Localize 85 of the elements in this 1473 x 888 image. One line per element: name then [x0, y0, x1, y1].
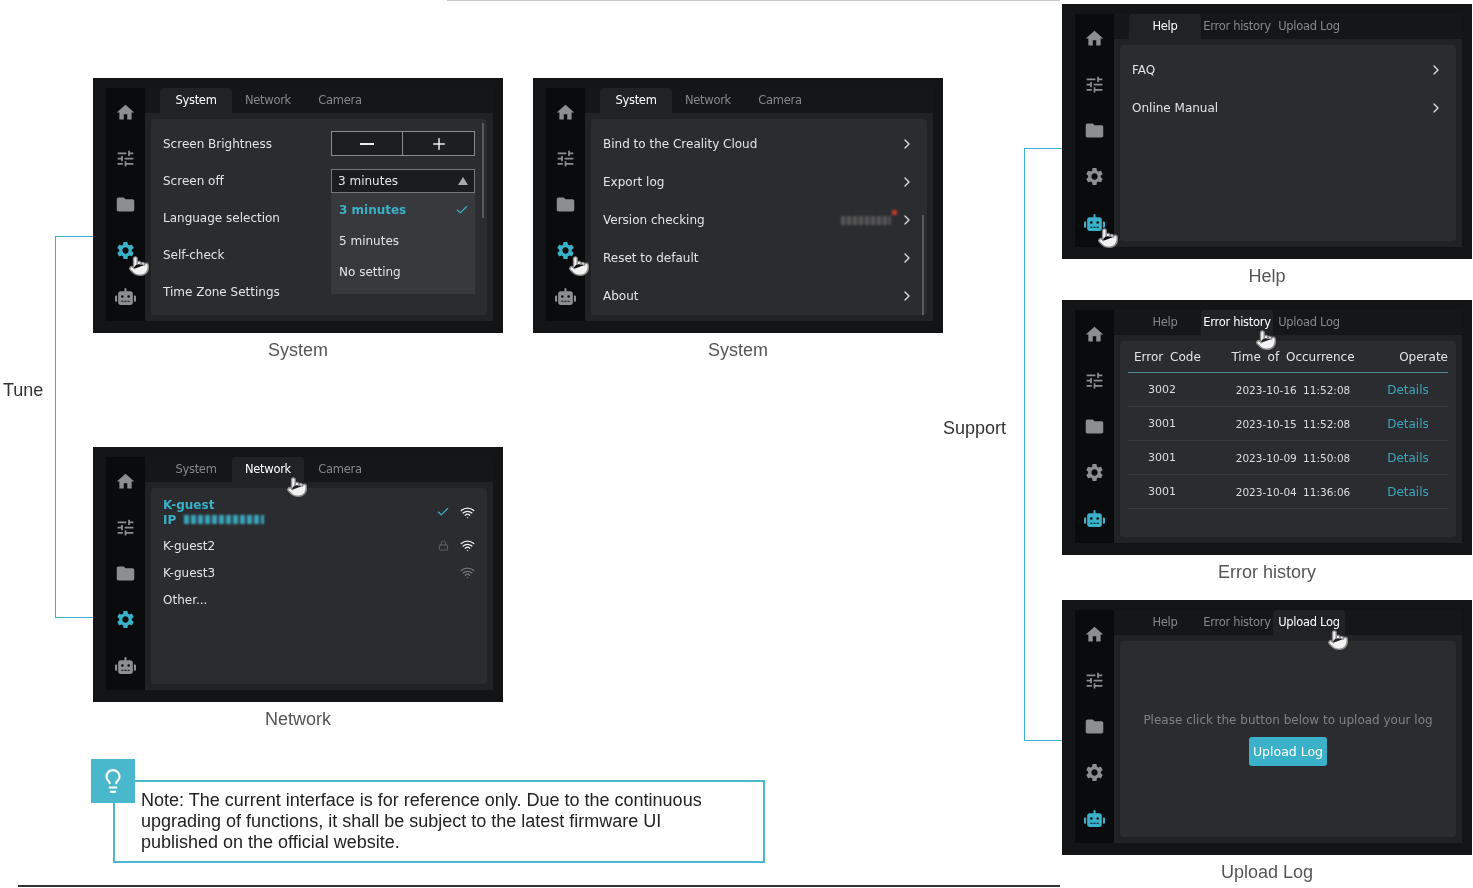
upload-message: Please click the button below to upload your log: [1143, 712, 1433, 727]
details-link[interactable]: Details: [1368, 450, 1448, 465]
screen-caption: Help: [1248, 265, 1286, 288]
menu-item[interactable]: Online Manual: [1120, 89, 1456, 127]
tab[interactable]: Upload Log: [1273, 310, 1345, 335]
screen-caption: Upload Log: [1220, 861, 1314, 884]
tab[interactable]: Help: [1129, 14, 1201, 39]
increase-button[interactable]: [403, 131, 475, 156]
tab[interactable]: Camera: [304, 457, 376, 482]
table-cell-text: 2023-10-15 11:52:08: [1234, 417, 1352, 430]
tab[interactable]: Error history: [1201, 14, 1273, 39]
details-link[interactable]: Details: [1368, 416, 1448, 431]
tab[interactable]: Camera: [744, 88, 816, 113]
table-cell-text: 2023-10-09 11:50:08: [1234, 451, 1352, 464]
robot-icon[interactable]: [115, 654, 136, 676]
note-text: Note: The current interface is for reference only. Due to the continuous upgrading of functions, it shall be subject to the latest firmware UI published on the official website.: [113, 780, 765, 863]
dropdown-option[interactable]: No setting: [331, 256, 475, 288]
robot-icon[interactable]: [1084, 807, 1105, 829]
network-name: K-guest3: [163, 565, 216, 580]
menu-label: Export log: [603, 175, 665, 189]
tab[interactable]: Help: [1129, 310, 1201, 335]
network-name: K-guest2: [163, 538, 216, 553]
settings-icon[interactable]: [1084, 461, 1105, 483]
screen-caption: Error history: [1218, 561, 1316, 584]
decrease-button[interactable]: [331, 131, 403, 156]
table-cell-text: 3001: [1147, 417, 1177, 430]
menu-label: Version checking: [603, 213, 705, 227]
screen-caption: System: [268, 339, 328, 362]
robot-icon[interactable]: [555, 285, 576, 307]
tab[interactable]: Network: [232, 88, 304, 113]
table-cell-text: 2023-10-04 11:36:06: [1234, 485, 1352, 498]
settings-icon[interactable]: [115, 608, 136, 630]
setting-label: Self-check: [163, 247, 225, 262]
screen-caption: Network: [265, 708, 331, 731]
robot-icon[interactable]: [1084, 507, 1105, 529]
menu-label: About: [603, 289, 639, 303]
column-header: Operate: [1398, 349, 1448, 364]
table-cell-text: 3001: [1147, 451, 1177, 464]
menu-label: Online Manual: [1132, 101, 1219, 115]
check-icon: [455, 203, 469, 217]
tab[interactable]: Network: [672, 88, 744, 113]
menu-item[interactable]: Bind to the Creality Cloud: [591, 125, 927, 163]
menu-item[interactable]: FAQ: [1120, 51, 1456, 89]
robot-icon[interactable]: [115, 285, 136, 307]
tab[interactable]: Help: [1129, 610, 1201, 635]
group-label: Support: [943, 418, 1009, 439]
menu-label: FAQ: [1132, 63, 1156, 77]
tab[interactable]: System: [160, 457, 232, 482]
tab[interactable]: Upload Log: [1273, 14, 1345, 39]
minus-icon: [360, 142, 374, 145]
details-link[interactable]: Details: [1368, 382, 1448, 397]
dropdown-field[interactable]: 3 minutes: [331, 168, 475, 193]
ip-label: IP: [163, 512, 177, 527]
column-header: Error Code: [1133, 349, 1202, 364]
dropdown-option[interactable]: 3 minutes: [331, 194, 475, 226]
tab[interactable]: System: [600, 88, 672, 113]
setting-label: Time Zone Settings: [163, 284, 280, 299]
tab[interactable]: System: [160, 88, 232, 113]
menu-label: Reset to default: [603, 251, 699, 265]
setting-label: Screen off: [163, 173, 224, 188]
setting-label: Language selection: [163, 210, 280, 225]
menu-item[interactable]: Export log: [591, 163, 927, 201]
column-header: Time of Occurrence: [1230, 349, 1356, 364]
settings-icon[interactable]: [1084, 761, 1105, 783]
network-name: K-guest: [163, 497, 216, 512]
table-cell-text: 2023-10-16 11:52:08: [1234, 383, 1352, 396]
tab[interactable]: Error history: [1201, 610, 1273, 635]
other-network-label: Other...: [163, 592, 208, 607]
lightbulb-icon: [91, 759, 135, 803]
network-item[interactable]: K-guest3: [151, 559, 487, 586]
network-item[interactable]: Other...: [151, 586, 487, 613]
menu-item[interactable]: Reset to default: [591, 239, 927, 277]
dropdown-option[interactable]: 5 minutes: [331, 225, 475, 257]
setting-label: Screen Brightness: [163, 136, 272, 151]
menu-item[interactable]: About: [591, 277, 927, 315]
network-item[interactable]: K-guest IP: [151, 492, 487, 532]
details-link[interactable]: Details: [1368, 484, 1448, 499]
table-cell-text: 3002: [1147, 383, 1177, 396]
table-cell-text: 3001: [1147, 485, 1177, 498]
tab[interactable]: Camera: [304, 88, 376, 113]
menu-item[interactable]: Version checking: [591, 201, 927, 239]
menu-label: Bind to the Creality Cloud: [603, 137, 758, 151]
network-item[interactable]: K-guest2: [151, 532, 487, 559]
screen-caption: System: [708, 339, 768, 362]
settings-icon[interactable]: [1084, 165, 1105, 187]
